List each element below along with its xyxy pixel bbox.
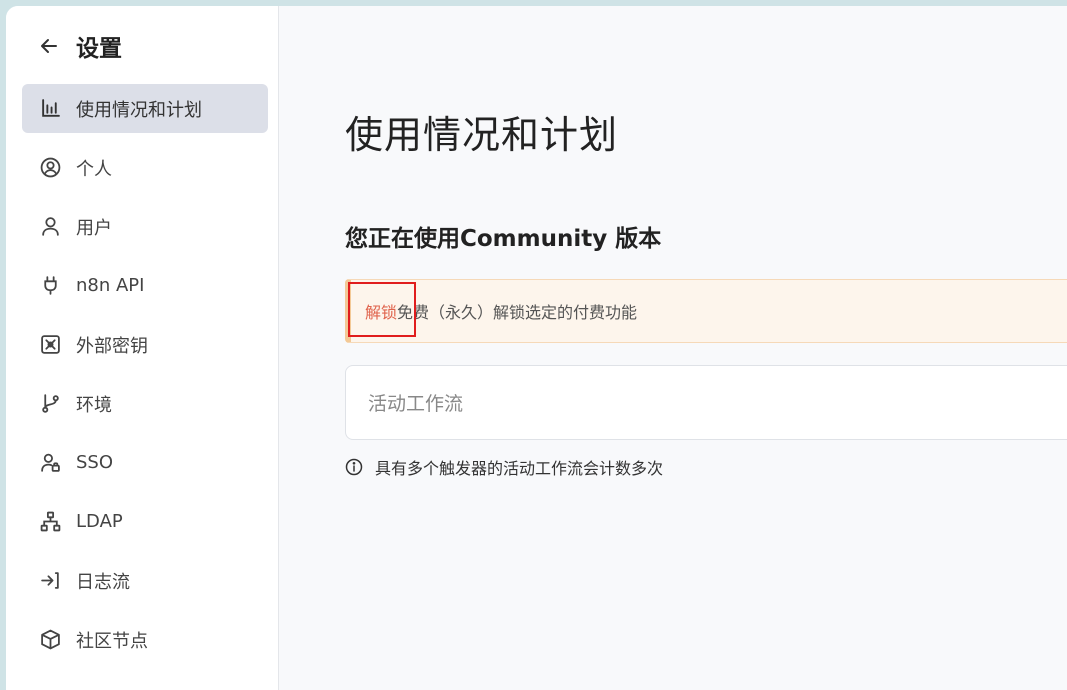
sidebar-item-label: n8n API (76, 275, 145, 296)
sign-in-icon (39, 570, 61, 592)
git-branch-icon (39, 393, 61, 415)
sidebar-item-usage[interactable]: 使用情况和计划 (22, 84, 268, 133)
sidebar-item-users[interactable]: 用户 (22, 202, 268, 251)
settings-nav: 使用情况和计划 个人 用户 n8n API 外部密钥 环境 SSO LDAP 日… (6, 84, 278, 664)
sidebar-item-ldap[interactable]: LDAP (22, 497, 268, 546)
network-icon (39, 511, 61, 533)
user-circle-icon (39, 157, 61, 179)
unlock-callout: 解锁 免费（永久）解锁选定的付费功能 (345, 279, 1067, 343)
settings-sidebar: 设置 使用情况和计划 个人 用户 n8n API 外部密钥 环境 SSO LDA… (6, 6, 279, 690)
active-workflows-label: 活动工作流 (368, 393, 464, 415)
page-title: 使用情况和计划 (345, 113, 619, 157)
sidebar-item-community-nodes[interactable]: 社区节点 (22, 615, 268, 664)
user-icon (39, 216, 61, 238)
plug-icon (39, 275, 61, 297)
unlock-description: 免费（永久）解锁选定的付费功能 (397, 303, 638, 322)
edition-text: 您正在使用Community 版本 (345, 226, 662, 252)
unlock-link[interactable]: 解锁 (365, 299, 397, 323)
sidebar-item-label: 外部密钥 (76, 335, 148, 357)
cube-icon (39, 629, 61, 651)
back-arrow-icon[interactable] (38, 35, 60, 57)
sidebar-item-label: 用户 (76, 217, 112, 239)
sidebar-item-label: LDAP (76, 511, 123, 532)
info-text: 具有多个触发器的活动工作流会计数多次 (375, 459, 664, 478)
sidebar-item-label: 日志流 (76, 571, 130, 593)
sidebar-item-label: SSO (76, 452, 114, 473)
active-workflows-card: 活动工作流 (345, 365, 1067, 440)
info-icon (345, 458, 363, 476)
workflow-info: 具有多个触发器的活动工作流会计数多次 (345, 455, 663, 479)
sidebar-header: 设置 (6, 6, 278, 84)
sidebar-item-label: 社区节点 (76, 630, 148, 652)
sidebar-item-api[interactable]: n8n API (22, 261, 268, 310)
vault-icon (39, 334, 61, 356)
sidebar-item-environments[interactable]: 环境 (22, 379, 268, 428)
main-content: 使用情况和计划 您正在使用Community 版本 解锁 免费（永久）解锁选定的… (279, 6, 1067, 690)
settings-window: 设置 使用情况和计划 个人 用户 n8n API 外部密钥 环境 SSO LDA… (6, 6, 1067, 690)
sidebar-title: 设置 (76, 36, 122, 62)
user-lock-icon (39, 452, 61, 474)
sidebar-item-log-streaming[interactable]: 日志流 (22, 556, 268, 605)
sidebar-item-sso[interactable]: SSO (22, 438, 268, 487)
sidebar-item-label: 个人 (76, 158, 112, 180)
sidebar-item-personal[interactable]: 个人 (22, 143, 268, 192)
bar-chart-icon (39, 98, 61, 120)
sidebar-item-label: 环境 (76, 394, 112, 416)
sidebar-item-external-secrets[interactable]: 外部密钥 (22, 320, 268, 369)
sidebar-item-label: 使用情况和计划 (76, 99, 202, 121)
